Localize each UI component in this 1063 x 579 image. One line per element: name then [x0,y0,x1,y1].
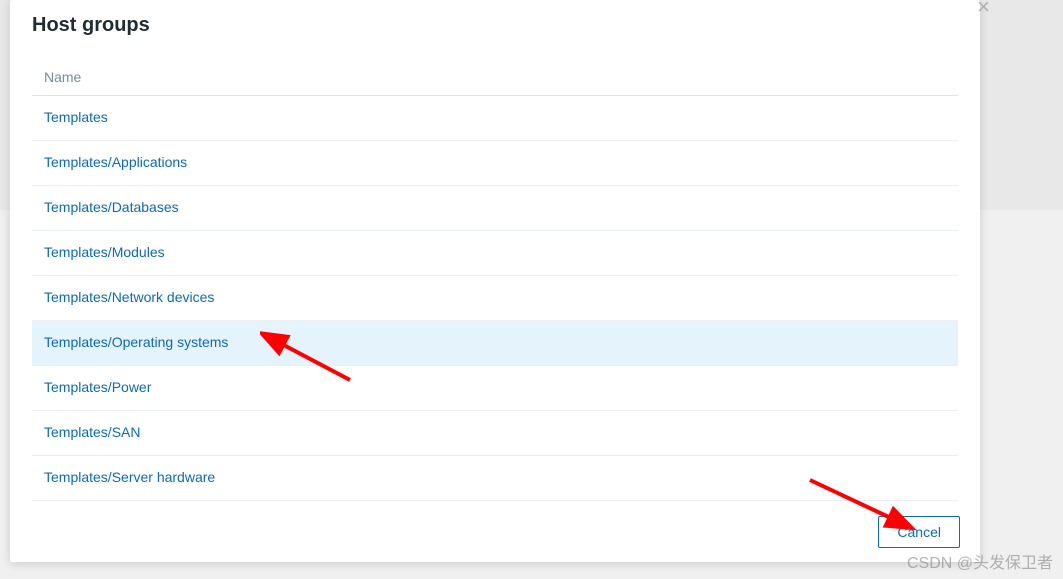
host-group-link[interactable]: Templates [44,109,108,125]
host-group-link[interactable]: Templates/Network devices [44,289,214,305]
cancel-button[interactable]: Cancel [878,516,960,548]
list-item[interactable]: Templates [32,96,958,141]
host-group-link[interactable]: Templates/Operating systems [44,334,228,350]
list-item[interactable]: Templates/Applications [32,141,958,186]
modal-body: Name Templates Templates/Applications Te… [10,47,980,501]
list-item[interactable]: Templates/Databases [32,186,958,231]
list-item[interactable]: Templates/SAN [32,411,958,456]
list-item[interactable]: Templates/Network devices [32,276,958,321]
list-item[interactable]: Templates/Server hardware [32,456,958,501]
column-header-name: Name [32,61,958,96]
close-icon[interactable]: × [977,0,990,18]
host-group-link[interactable]: Templates/Power [44,379,151,395]
host-groups-modal: Host groups × Name Templates Templates/A… [10,0,980,562]
host-group-link[interactable]: Templates/Databases [44,199,179,215]
host-groups-list: Templates Templates/Applications Templat… [32,96,958,501]
modal-title: Host groups [32,14,958,37]
list-item[interactable]: Templates/Power [32,366,958,411]
modal-header: Host groups × [10,0,980,47]
host-group-link[interactable]: Templates/Modules [44,244,165,260]
list-item[interactable]: Templates/Modules [32,231,958,276]
modal-footer: Cancel [878,516,960,548]
host-group-link[interactable]: Templates/Server hardware [44,469,215,485]
host-group-link[interactable]: Templates/Applications [44,154,187,170]
host-group-link[interactable]: Templates/SAN [44,424,140,440]
list-item[interactable]: Templates/Operating systems [32,321,958,366]
